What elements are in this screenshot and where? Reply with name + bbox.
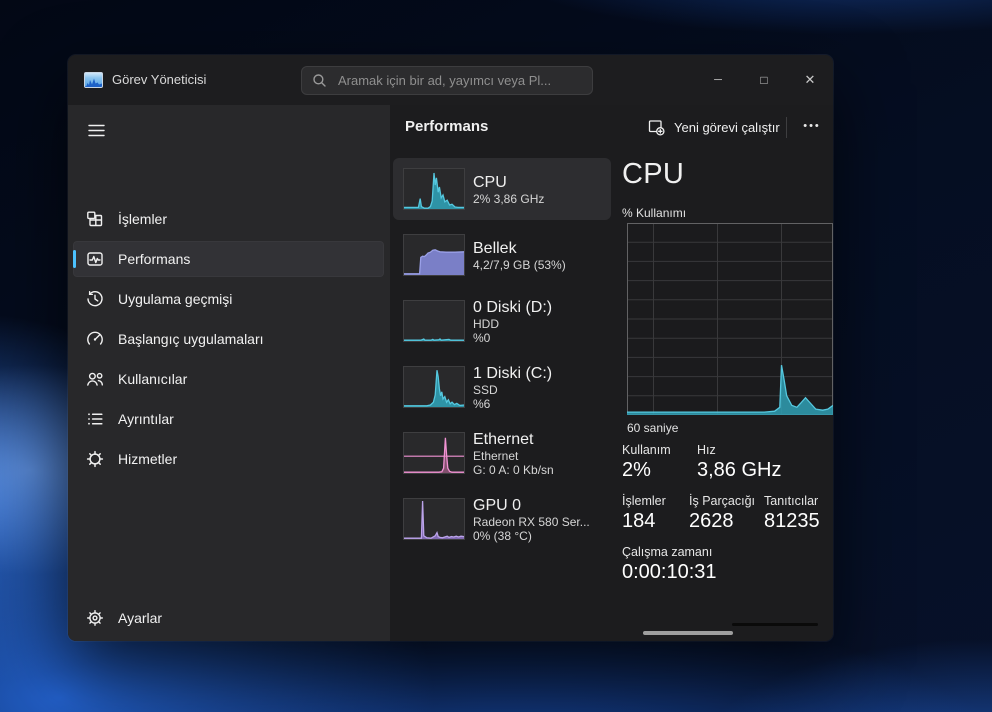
sidebar-item-kullanicilar[interactable]: Kullanıcılar	[73, 361, 384, 397]
perf-item-sub: HDD	[473, 316, 499, 331]
window-title: Görev Yöneticisi	[112, 72, 207, 87]
search-box	[301, 66, 593, 95]
hamburger-menu-icon	[87, 124, 105, 137]
sidebar-item-label: İşlemler	[118, 211, 168, 227]
cpu-sparkline	[403, 168, 465, 210]
uptime-value: 0:00:10:31	[622, 561, 717, 583]
sidebar-item-label: Kullanıcılar	[118, 371, 188, 387]
sidebar-item-label: Ayarlar	[118, 610, 163, 626]
sidebar-item-islemler[interactable]: İşlemler	[73, 201, 384, 237]
sidebar-item-hizmetler[interactable]: Hizmetler	[73, 441, 384, 477]
perf-item-cpu[interactable]: CPU 2% 3,86 GHz	[393, 158, 611, 220]
perf-item-ethernet[interactable]: Ethernet Ethernet G: 0 A: 0 Kb/sn	[393, 422, 611, 484]
window-controls: ─ □ ✕	[695, 55, 833, 105]
minimize-icon: ─	[714, 74, 722, 86]
maximize-button[interactable]: □	[741, 55, 787, 105]
stat-value-kullanim: 2%	[622, 459, 651, 481]
processes-icon	[85, 209, 105, 229]
stat-label-taniticilar: Tanıtıcılar	[764, 494, 819, 508]
sidebar-item-performans[interactable]: Performans	[73, 241, 384, 277]
detail-title: CPU	[622, 158, 685, 190]
disk-c-sparkline	[403, 366, 465, 408]
horizontal-scrollbar-thumb[interactable]	[643, 631, 733, 635]
perf-item-sub: 0% (38 °C)	[473, 528, 532, 543]
sidebar-item-ayarlar[interactable]: Ayarlar	[73, 600, 384, 636]
perf-item-title: Ethernet	[473, 430, 534, 448]
minimize-button[interactable]: ─	[695, 55, 741, 105]
perf-item-sub: %0	[473, 330, 491, 345]
horizontal-scrollbar-thumb-secondary[interactable]	[732, 623, 818, 626]
selected-accent-bar	[73, 250, 76, 268]
users-icon	[85, 369, 105, 389]
perf-item-sub: %6	[473, 396, 491, 411]
sidebar-item-label: Hizmetler	[118, 451, 178, 467]
stat-label-islemler: İşlemler	[622, 494, 666, 508]
usage-axis-label: % Kullanımı	[622, 206, 687, 220]
perf-item-title: 1 Diski (C:)	[473, 364, 553, 382]
stat-value-islemler: 184	[622, 510, 656, 532]
perf-item-disk-c[interactable]: 1 Diski (C:) SSD %6	[393, 356, 611, 418]
maximize-icon: □	[760, 72, 768, 87]
performance-icon	[85, 249, 105, 269]
perf-item-sub: Ethernet	[473, 448, 519, 463]
time-axis-label: 60 saniye	[627, 421, 679, 435]
gpu-sparkline	[403, 498, 465, 540]
perf-item-sub: G: 0 A: 0 Kb/sn	[473, 462, 554, 477]
performance-list: CPU 2% 3,86 GHz Bellek 4,2/7,9 GB (53%) …	[393, 158, 611, 554]
ethernet-sparkline	[403, 432, 465, 474]
content-area: Performans Yeni görevi çalıştır ••• CPU …	[390, 105, 833, 641]
perf-item-title: Bellek	[473, 239, 517, 257]
stat-value-hiz: 3,86 GHz	[697, 459, 782, 481]
close-button[interactable]: ✕	[787, 55, 833, 105]
perf-item-title: CPU	[473, 173, 507, 191]
perf-item-sub: SSD	[473, 382, 498, 397]
stat-label-hiz: Hız	[697, 443, 716, 457]
page-title: Performans	[405, 118, 489, 135]
sidebar-nav: İşlemler Performans Uygulama geçmişi Baş…	[73, 201, 384, 481]
sidebar-item-label: Ayrıntılar	[118, 411, 174, 427]
services-icon	[85, 449, 105, 469]
sidebar-item-label: Başlangıç uygulamaları	[118, 331, 264, 347]
uptime-label: Çalışma zamanı	[622, 545, 713, 559]
sidebar-item-label: Uygulama geçmişi	[118, 291, 233, 307]
stat-label-is-parcacigi: İş Parçacığı	[689, 494, 755, 508]
details-icon	[85, 409, 105, 429]
perf-item-sub: Radeon RX 580 Ser...	[473, 514, 590, 529]
titlebar: Görev Yöneticisi ─ □ ✕	[68, 55, 833, 105]
sidebar-item-ayrintilar[interactable]: Ayrıntılar	[73, 401, 384, 437]
perf-item-bellek[interactable]: Bellek 4,2/7,9 GB (53%)	[393, 224, 611, 286]
startup-apps-icon	[85, 329, 105, 349]
perf-item-sub: 4,2/7,9 GB (53%)	[473, 257, 566, 272]
sidebar-item-uygulama-gecmisi[interactable]: Uygulama geçmişi	[73, 281, 384, 317]
perf-item-title: GPU 0	[473, 496, 522, 514]
cpu-detail-panel: CPU % Kullanımı 60 saniye Kullanım Hız 2…	[615, 105, 833, 641]
sidebar-item-baslangic-uygulamalari[interactable]: Başlangıç uygulamaları	[73, 321, 384, 357]
task-manager-window: Görev Yöneticisi ─ □ ✕	[68, 55, 833, 641]
task-manager-app-icon	[84, 72, 103, 88]
stat-label-kullanim: Kullanım	[622, 443, 671, 457]
sidebar: İşlemler Performans Uygulama geçmişi Baş…	[68, 105, 390, 641]
cpu-usage-chart	[627, 223, 833, 415]
search-icon	[312, 73, 327, 88]
memory-sparkline	[403, 234, 465, 276]
perf-item-title: 0 Diski (D:)	[473, 298, 553, 316]
perf-item-sub: 2% 3,86 GHz	[473, 191, 545, 206]
gear-icon	[85, 608, 105, 628]
app-history-icon	[85, 289, 105, 309]
close-icon: ✕	[804, 72, 816, 87]
disk-d-sparkline	[403, 300, 465, 342]
stat-value-is-parcacigi: 2628	[689, 510, 734, 532]
navigation-menu-button[interactable]	[76, 113, 116, 148]
stat-value-taniticilar: 81235	[764, 510, 820, 532]
perf-item-disk-d[interactable]: 0 Diski (D:) HDD %0	[393, 290, 611, 352]
search-input[interactable]	[336, 72, 582, 89]
perf-item-gpu[interactable]: GPU 0 Radeon RX 580 Ser... 0% (38 °C)	[393, 488, 611, 550]
sidebar-item-label: Performans	[118, 251, 191, 267]
